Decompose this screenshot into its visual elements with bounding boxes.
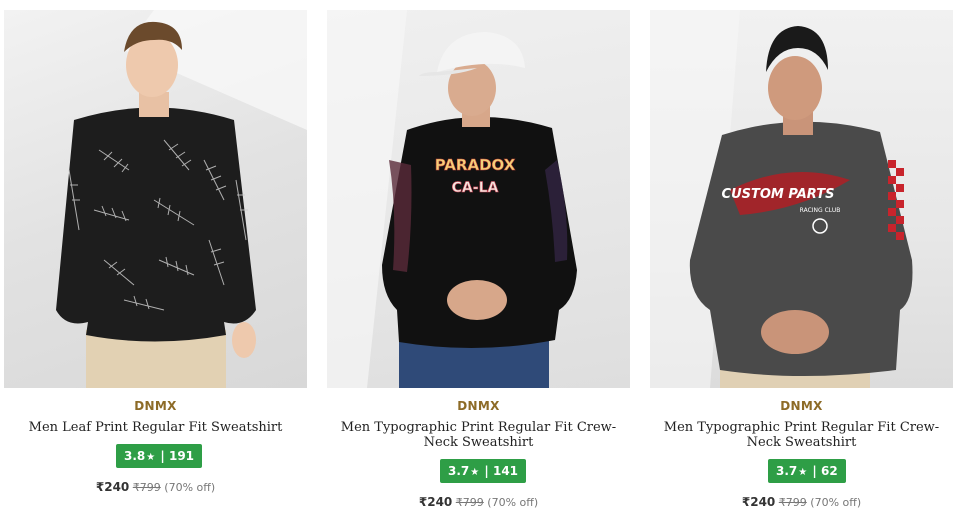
product-name[interactable]: Men Typographic Print Regular Fit Crew-N…	[660, 420, 943, 450]
print-text-1: CUSTOM PARTS	[722, 187, 835, 202]
price-row: ₹240 ₹799 (70% off)	[650, 495, 953, 509]
product-brand: DNMX	[780, 399, 823, 413]
discount-label: (70% off)	[487, 496, 539, 509]
rating-value: 3.8	[124, 449, 146, 463]
original-price: ₹799	[778, 496, 807, 509]
star-icon: ★	[146, 452, 156, 463]
discount-label: (70% off)	[810, 496, 862, 509]
product-card[interactable]: CUSTOM PARTS RACING CLUB DNMX Men Typogr…	[650, 0, 953, 513]
price-row: ₹240 ₹799 (70% off)	[4, 480, 307, 494]
discount-label: (70% off)	[164, 481, 216, 494]
rating-value: 3.7	[776, 464, 798, 478]
review-count: | 62	[812, 464, 838, 478]
star-icon: ★	[798, 467, 808, 478]
rating-badge: 3.7★ | 141	[440, 459, 527, 483]
review-count: | 191	[160, 449, 195, 463]
price-row: ₹240 ₹799 (70% off)	[327, 495, 630, 509]
product-image[interactable]: CUSTOM PARTS RACING CLUB	[650, 10, 953, 388]
product-card[interactable]: DNMX Men Leaf Print Regular Fit Sweatshi…	[4, 0, 307, 513]
print-text-1: PARADOX	[435, 156, 516, 174]
product-grid: DNMX Men Leaf Print Regular Fit Sweatshi…	[0, 0, 955, 513]
original-price: ₹799	[455, 496, 484, 509]
rating-badge: 3.8★ | 191	[116, 444, 203, 468]
product-brand: DNMX	[134, 399, 177, 413]
original-price: ₹799	[132, 481, 161, 494]
print-text-2: RACING CLUB	[800, 207, 841, 214]
star-icon: ★	[470, 467, 480, 478]
product-image[interactable]: PARADOX CA-LA	[327, 10, 630, 388]
sale-price: ₹240	[741, 495, 776, 509]
review-count: | 141	[484, 464, 519, 478]
product-name[interactable]: Men Leaf Print Regular Fit Sweatshirt	[14, 420, 297, 435]
product-name[interactable]: Men Typographic Print Regular Fit Crew-N…	[337, 420, 620, 450]
rating-value: 3.7	[448, 464, 470, 478]
product-brand: DNMX	[457, 399, 500, 413]
product-card[interactable]: PARADOX CA-LA DNMX Men Typographic Print…	[327, 0, 630, 513]
sale-price: ₹240	[418, 495, 453, 509]
product-image[interactable]	[4, 10, 307, 388]
rating-badge: 3.7★ | 62	[768, 459, 846, 483]
sale-price: ₹240	[95, 480, 130, 494]
print-text-2: CA-LA	[452, 180, 499, 196]
